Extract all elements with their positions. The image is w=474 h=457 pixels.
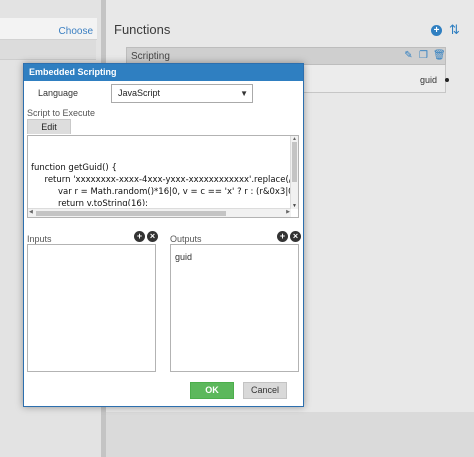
horizontal-scroll-thumb[interactable]	[36, 211, 226, 216]
remove-input-icon[interactable]: ×	[147, 231, 158, 242]
add-input-icon[interactable]: +	[134, 231, 145, 242]
inputs-list[interactable]	[27, 244, 156, 372]
code-line: return v.toString(16);	[31, 199, 148, 206]
horizontal-scrollbar[interactable]: ◀ ▶	[28, 208, 291, 217]
code-line: function getGuid() {	[31, 163, 117, 173]
outputs-list[interactable]: guid	[170, 244, 299, 372]
code-line: var r = Math.random()*16|0, v = c == 'x'…	[31, 187, 292, 197]
list-item[interactable]: guid	[175, 252, 192, 262]
scroll-right-icon[interactable]: ▶	[286, 209, 290, 215]
output-port-connector[interactable]	[445, 78, 449, 82]
left-panel-strip	[0, 40, 96, 60]
language-select[interactable]: JavaScript ▼	[111, 84, 253, 103]
tab-edit[interactable]: Edit	[27, 119, 71, 134]
pencil-icon[interactable]: ✎	[403, 50, 414, 62]
output-port-label: guid	[419, 75, 437, 85]
vertical-scroll-thumb[interactable]	[292, 142, 297, 182]
scroll-down-icon[interactable]: ▼	[291, 203, 298, 209]
vertical-scrollbar[interactable]: ▲ ▼	[290, 136, 298, 209]
add-output-icon[interactable]: +	[277, 231, 288, 242]
inputs-label: Inputs	[27, 234, 52, 244]
sort-icon[interactable]: ⇅	[449, 22, 460, 38]
trash-icon[interactable]: 🗑	[433, 50, 446, 62]
remove-output-icon[interactable]: ×	[290, 231, 301, 242]
script-editor[interactable]: function getGuid() { return 'xxxxxxxx-xx…	[27, 135, 299, 218]
copy-icon[interactable]: ❐	[418, 50, 429, 62]
choose-link[interactable]: Choose	[59, 26, 93, 37]
code-line: return 'xxxxxxxx-xxxx-4xxx-yxxx-xxxxxxxx…	[31, 175, 293, 185]
dialog-title: Embedded Scripting	[24, 64, 303, 81]
language-select-value: JavaScript	[118, 88, 161, 98]
functions-lower-area	[106, 412, 474, 457]
cancel-button[interactable]: Cancel	[243, 382, 287, 399]
functions-title: Functions	[114, 22, 171, 37]
outputs-label: Outputs	[170, 234, 202, 244]
caret-down-icon: ▼	[240, 89, 248, 98]
language-label: Language	[38, 88, 79, 98]
script-code[interactable]: function getGuid() { return 'xxxxxxxx-xx…	[28, 150, 292, 206]
embedded-scripting-dialog: Embedded Scripting Language JavaScript ▼…	[23, 63, 304, 407]
script-label: Script to Execute	[27, 108, 96, 118]
scroll-left-icon[interactable]: ◀	[29, 209, 33, 215]
left-panel-header: Choose	[0, 18, 97, 40]
scripting-function-label: Scripting	[131, 51, 170, 62]
add-function-icon[interactable]: +	[431, 25, 442, 36]
ok-button[interactable]: OK	[190, 382, 234, 399]
